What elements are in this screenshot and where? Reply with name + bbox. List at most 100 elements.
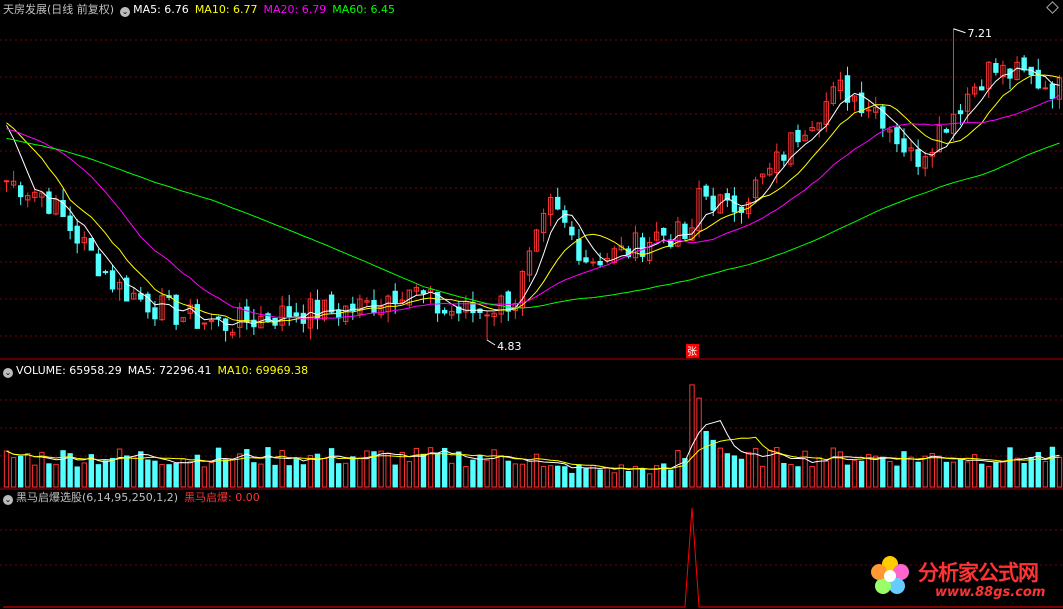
volume-bar [759, 465, 766, 488]
candle-body [993, 62, 999, 73]
volume-bar [894, 465, 900, 488]
candle-body [102, 271, 109, 274]
volume-bar [957, 459, 964, 488]
volume-bar [922, 455, 928, 488]
volume-bar [123, 455, 130, 488]
volume-bar [300, 464, 307, 488]
candle-body [1035, 69, 1041, 89]
volume-bar [187, 461, 193, 488]
ma10-value: MA10: 6.77 [194, 3, 258, 16]
volume-bar [576, 464, 582, 488]
candle-body [731, 195, 738, 213]
candle-body [894, 127, 900, 145]
stock-title: 天房发展(日线 前复权) [3, 3, 115, 16]
volume-bar [81, 462, 87, 488]
volume-bar [604, 467, 610, 488]
candle-body [328, 294, 335, 313]
indicator-value: 黑马启爆: 0.00 [184, 491, 260, 504]
volume-bar [632, 466, 639, 488]
candle-body [597, 260, 603, 266]
volume-bar [357, 458, 363, 488]
ma20-value: MA20: 6.79 [263, 3, 327, 16]
volume-bar [738, 458, 745, 488]
candle-body [95, 253, 102, 277]
candle-body [46, 191, 52, 214]
volume-bar [208, 461, 215, 488]
volume-bar [413, 447, 420, 488]
stock-chart[interactable]: 7.21 4.83 张 [0, 0, 1063, 609]
candle-body [865, 109, 872, 112]
volume-bar [46, 463, 52, 488]
volume-bar [936, 455, 943, 488]
dropdown-arrow-icon[interactable]: ⌄ [3, 368, 13, 378]
volume-bar [321, 457, 328, 488]
volume-bar [498, 455, 504, 488]
vol-ma5-value: MA5: 72296.41 [127, 364, 212, 377]
volume-bar [470, 459, 476, 488]
volume-bar [1035, 452, 1041, 488]
volume-bar [173, 462, 179, 488]
volume-bar [703, 431, 709, 488]
candle-body [17, 185, 24, 198]
volume-bar [781, 462, 787, 488]
volume-bar [569, 472, 575, 488]
volume-bar [943, 461, 950, 488]
volume-bar [950, 461, 957, 488]
volume-bar [993, 462, 999, 488]
volume-header: ⌄ VOLUME: 65958.29 MA5: 72296.41 MA10: 6996… [3, 364, 314, 378]
volume-bar [590, 464, 596, 488]
volume-bar [830, 447, 837, 488]
volume-bar [597, 469, 603, 488]
volume-bar [392, 464, 398, 488]
volume-bar [979, 463, 985, 488]
dropdown-arrow-icon[interactable]: ⌄ [120, 7, 131, 17]
low-price-label: 4.83 [497, 340, 521, 353]
candle-body [915, 149, 921, 167]
dropdown-arrow-icon[interactable]: ⌄ [3, 495, 13, 505]
moving-average-lines [6, 67, 1060, 326]
volume-bar [731, 455, 738, 488]
volume-bar [265, 447, 271, 488]
candle-body [979, 86, 985, 91]
candle-body [152, 307, 158, 320]
volume-bar [215, 447, 222, 488]
candle-body [484, 314, 490, 317]
volume-bar [251, 462, 257, 488]
volume-bar [286, 465, 292, 488]
volume-bar [971, 454, 978, 488]
volume-bar [10, 457, 17, 488]
volume-bar [1049, 446, 1056, 488]
candle-body [1042, 87, 1049, 90]
volume-bar [293, 458, 299, 488]
volume-bar [53, 463, 59, 488]
volume-bar [851, 460, 858, 488]
volume-bar [745, 451, 752, 488]
candle-body [293, 312, 299, 317]
volume-bar [201, 466, 208, 488]
flower-icon [871, 556, 909, 594]
volume-bar [180, 458, 186, 488]
candle-body [569, 226, 575, 236]
volume-bar [307, 454, 314, 488]
logo-text: 分析家公式网 [918, 561, 1039, 585]
candle-body [710, 195, 716, 211]
volume-bar [717, 447, 723, 488]
candle-body [661, 227, 667, 236]
volume-bar [858, 460, 865, 488]
candle-body [109, 270, 116, 290]
volume-bars [3, 384, 1063, 488]
volume-bar [639, 468, 646, 488]
candle-body [371, 299, 377, 314]
volume-bar [449, 462, 455, 488]
volume-bar [272, 464, 278, 488]
volume-bar [399, 451, 405, 488]
volume-bar [420, 453, 427, 488]
volume-bar [74, 466, 80, 488]
candle-body [781, 154, 787, 161]
volume-bar [152, 460, 158, 488]
volume-bar [477, 454, 483, 488]
candle-body [1049, 83, 1056, 100]
volume-bar [1014, 457, 1020, 488]
volume-bar [555, 465, 561, 488]
volume-bar [540, 466, 547, 488]
